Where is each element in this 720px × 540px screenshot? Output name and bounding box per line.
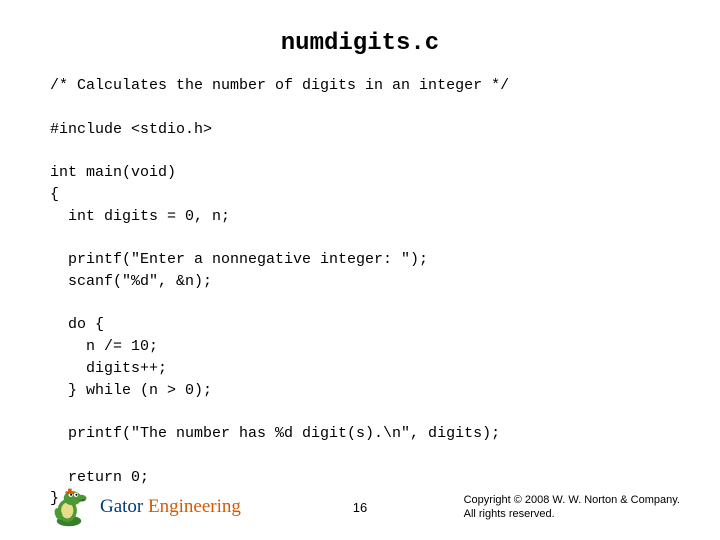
copyright-block: Copyright © 2008 W. W. Norton & Company.… [464,493,680,522]
brand-block: Gator Engineering [48,486,241,528]
page-number: 16 [353,500,367,515]
code-block: /* Calculates the number of digits in an… [50,75,670,510]
brand-word-1: Gator [100,496,148,517]
slide-title: numdigits.c [50,30,670,57]
footer: Gator Engineering 16 Copyright © 2008 W.… [0,482,720,532]
copyright-line-1: Copyright © 2008 W. W. Norton & Company. [464,493,680,507]
copyright-line-2: All rights reserved. [464,507,680,521]
gator-mascot-icon [48,486,90,528]
slide-content: numdigits.c /* Calculates the number of … [0,0,720,540]
brand-word-2: Engineering [148,496,241,517]
brand-text: Gator Engineering [100,496,241,518]
